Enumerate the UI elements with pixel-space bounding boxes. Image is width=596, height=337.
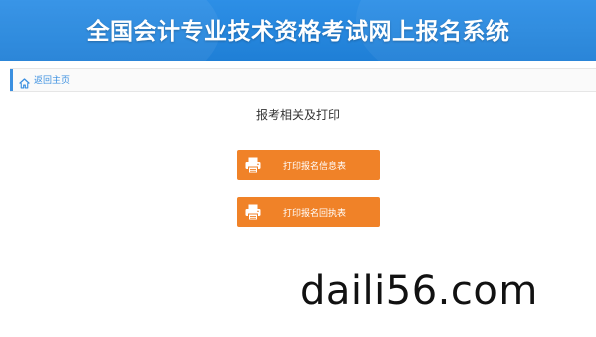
print-registration-info-label: 打印报名信息表 (282, 161, 346, 172)
print-registration-info-button[interactable]: 打印报名信息表 (237, 150, 380, 180)
print-registration-receipt-label: 打印报名回执表 (282, 208, 346, 219)
header-banner: 全国会计专业技术资格考试网上报名系统 (0, 0, 596, 61)
print-registration-receipt-button[interactable]: 打印报名回执表 (237, 197, 380, 227)
printer-icon (243, 202, 263, 222)
page-title: 全国会计专业技术资格考试网上报名系统 (86, 19, 510, 45)
breadcrumb-accent-bar (10, 69, 13, 91)
section-title: 报考相关及打印 (255, 108, 340, 122)
home-link-label: 返回主页 (34, 76, 71, 86)
page: 全国会计专业技术资格考试网上报名系统 返回主页 报考相关及打印 打印报名信息表 … (0, 0, 596, 337)
printer-icon (243, 155, 263, 175)
breadcrumb: 返回主页 (10, 68, 596, 92)
watermark-text: daili56.com (300, 268, 538, 314)
home-icon (18, 75, 31, 89)
home-link[interactable]: 返回主页 (18, 73, 70, 89)
